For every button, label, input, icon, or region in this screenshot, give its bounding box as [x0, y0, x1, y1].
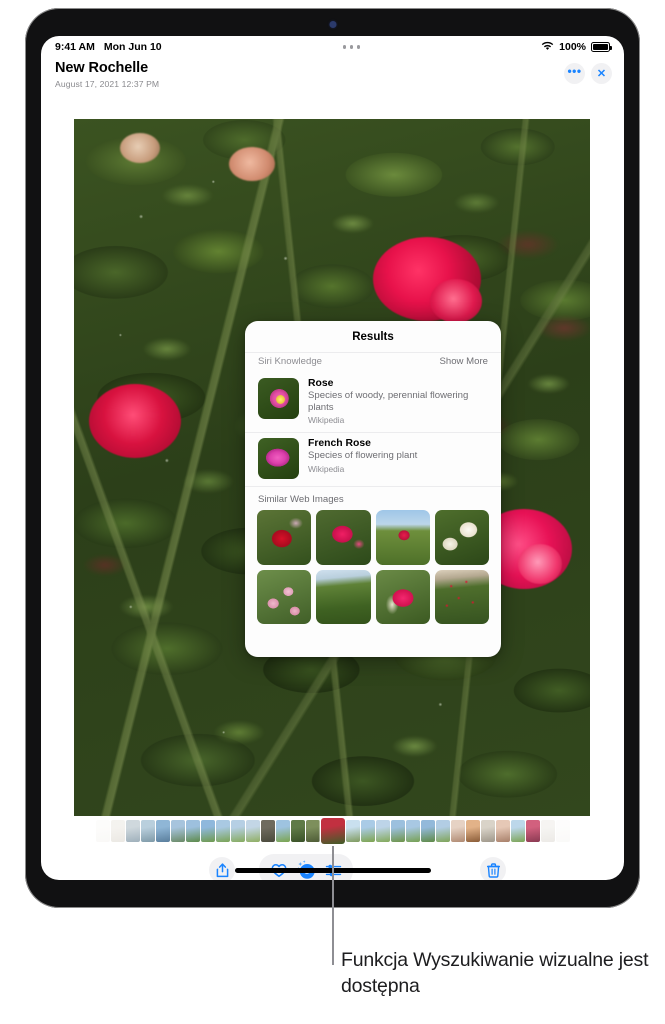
- thumb-20[interactable]: [390, 820, 405, 842]
- thumb-26[interactable]: [480, 820, 495, 842]
- thumb-4[interactable]: [140, 820, 155, 842]
- visual-lookup-results-popover: Results Siri Knowledge Show More Rose Sp…: [245, 321, 501, 657]
- thumb-29[interactable]: [525, 820, 540, 842]
- photo-filmstrip[interactable]: [41, 816, 624, 846]
- thumb-19[interactable]: [375, 820, 390, 842]
- thumb-12[interactable]: [260, 820, 275, 842]
- result-description: Species of flowering plant: [308, 450, 418, 462]
- thumb-5[interactable]: [155, 820, 170, 842]
- thumb-27[interactable]: [495, 820, 510, 842]
- multitasking-dots-icon[interactable]: [342, 45, 361, 49]
- battery-full-icon: [591, 42, 612, 52]
- rose-against-sky[interactable]: [375, 510, 430, 565]
- siri-knowledge-header: Siri Knowledge Show More: [245, 352, 501, 373]
- thumb-25[interactable]: [465, 820, 480, 842]
- thumb-10[interactable]: [230, 820, 245, 842]
- white-roses[interactable]: [434, 510, 489, 565]
- result-source: Wikipedia: [308, 415, 345, 426]
- share-up-arrow-icon: [216, 862, 229, 878]
- thumb-2[interactable]: [110, 820, 125, 842]
- knowledge-text: Rose Species of woody, perennial floweri…: [308, 378, 488, 425]
- battery-percent: 100%: [559, 41, 586, 53]
- rose-garden-rows[interactable]: [316, 569, 371, 624]
- screenshot-root: 9:41 AM Mon Jun 10 100% New Rochelle Aug…: [0, 0, 665, 1024]
- photo-header: New Rochelle August 17, 2021 12:37 PM ••…: [41, 58, 624, 106]
- result-description: Species of woody, perennial flowering pl…: [308, 390, 469, 413]
- similar-web-images-label: Similar Web Images: [245, 486, 501, 510]
- callout-leader-line: [331, 846, 334, 965]
- close-button[interactable]: ✕: [591, 63, 612, 84]
- knowledge-text: French Rose Species of flowering plant W…: [308, 438, 488, 479]
- result-source: Wikipedia: [308, 464, 345, 475]
- thumb-15[interactable]: [305, 820, 320, 842]
- status-date: Mon Jun 10: [103, 41, 162, 53]
- thumb-9[interactable]: [215, 820, 230, 842]
- pink-rose-thumbnail: [258, 378, 299, 419]
- toolbar-center-group: [259, 854, 353, 880]
- wifi-icon: [541, 41, 554, 54]
- similar-web-images-grid: [245, 510, 501, 636]
- status-time: 9:41 AM: [55, 41, 95, 53]
- thumb-7[interactable]: [185, 820, 200, 842]
- thumb-22[interactable]: [420, 820, 435, 842]
- thumb-3[interactable]: [125, 820, 140, 842]
- pale-pink-roses[interactable]: [257, 569, 312, 624]
- show-more-button[interactable]: Show More: [439, 356, 488, 367]
- page-title: New Rochelle: [55, 60, 149, 76]
- result-title: Rose: [308, 378, 334, 389]
- magenta-rose-bush[interactable]: [316, 510, 371, 565]
- thumb-21[interactable]: [405, 820, 420, 842]
- magenta-rose-thumbnail: [258, 438, 299, 480]
- popover-title: Results: [352, 331, 394, 343]
- thumb-18[interactable]: [360, 820, 375, 842]
- thumb-23[interactable]: [435, 820, 450, 842]
- thumb-16[interactable]: [320, 818, 345, 844]
- thumb-28[interactable]: [510, 820, 525, 842]
- thumb-8[interactable]: [200, 820, 215, 842]
- thumb-11[interactable]: [245, 820, 260, 842]
- more-options-button[interactable]: •••: [564, 63, 585, 84]
- callout-caption: Funkcja Wyszukiwanie wizualne jest dostę…: [341, 949, 649, 997]
- thumb-24[interactable]: [450, 820, 465, 842]
- result-title: French Rose: [308, 438, 371, 450]
- header-actions: ••• ✕: [564, 63, 612, 84]
- thumb-31[interactable]: [555, 820, 570, 842]
- red-rose-closeup[interactable]: [257, 510, 312, 565]
- share-button[interactable]: [209, 857, 235, 880]
- delete-button[interactable]: [480, 857, 506, 880]
- rose-bush-photo[interactable]: Results Siri Knowledge Show More Rose Sp…: [74, 119, 590, 816]
- thumb-14[interactable]: [290, 820, 305, 842]
- front-camera-icon: [329, 21, 336, 28]
- pink-rose-bud[interactable]: [375, 569, 430, 624]
- thumb-1[interactable]: [95, 820, 110, 842]
- thumb-13[interactable]: [275, 820, 290, 842]
- trash-icon: [486, 862, 500, 878]
- ipad-device-frame: 9:41 AM Mon Jun 10 100% New Rochelle Aug…: [25, 8, 640, 908]
- thumb-30[interactable]: [540, 820, 555, 842]
- ipad-screen: 9:41 AM Mon Jun 10 100% New Rochelle Aug…: [41, 36, 624, 880]
- siri-knowledge-label: Siri Knowledge: [258, 356, 322, 367]
- status-bar: 9:41 AM Mon Jun 10 100%: [41, 36, 624, 58]
- knowledge-result-row[interactable]: Rose Species of woody, perennial floweri…: [245, 373, 501, 432]
- photo-datetime: August 17, 2021 12:37 PM: [55, 79, 160, 89]
- thumb-17[interactable]: [345, 820, 360, 842]
- knowledge-result-row[interactable]: French Rose Species of flowering plant W…: [245, 432, 501, 486]
- red-rose-shrub-with-label[interactable]: [434, 569, 489, 624]
- thumb-6[interactable]: [170, 820, 185, 842]
